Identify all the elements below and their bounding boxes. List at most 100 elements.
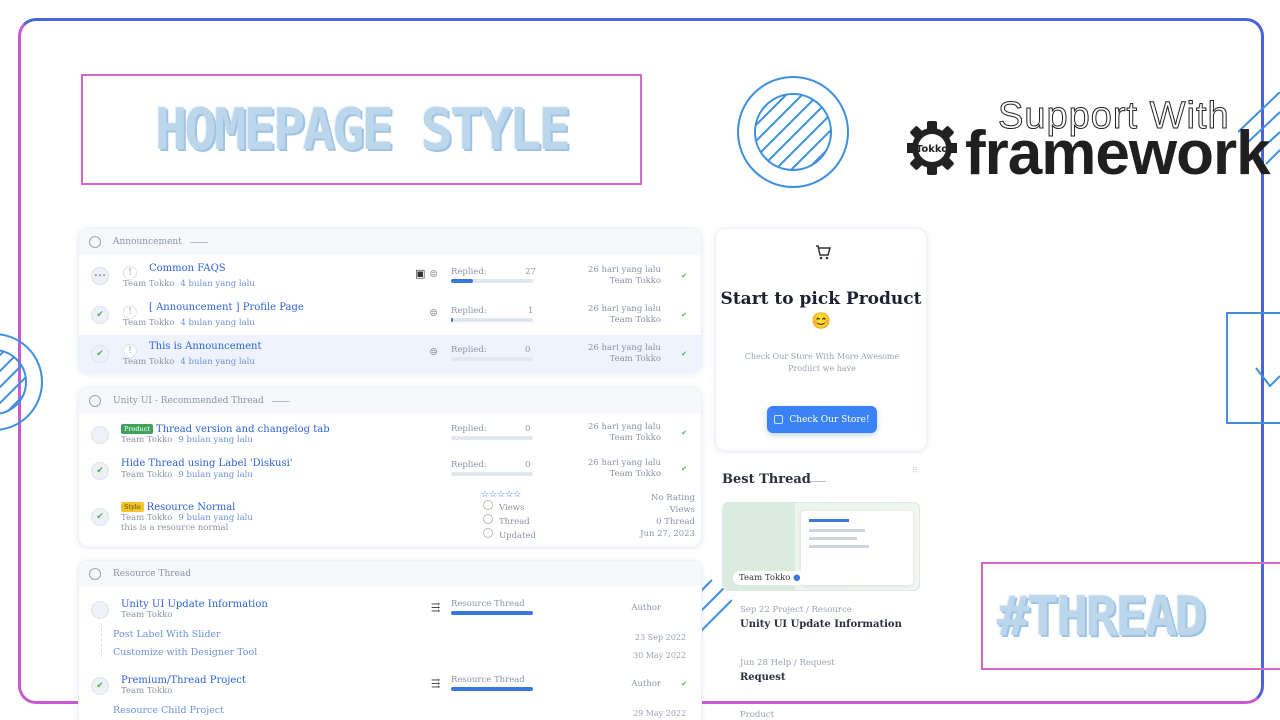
last-activity: 26 hari yang lalu Team Tokko	[587, 343, 661, 364]
thread-title[interactable]: This is Announcement	[149, 341, 262, 352]
best-item-meta: Jun 28 Help / Request	[740, 658, 835, 668]
table-row[interactable]: Product Thread version and changelog tab …	[79, 418, 701, 456]
announcement-card: Announcement ••• ! Common FAQS Team Tokk…	[78, 228, 702, 374]
avatar	[91, 601, 109, 619]
child-link[interactable]: Customize with Designer Tool	[113, 647, 257, 658]
check-store-button[interactable]: Check Our Store!	[767, 406, 877, 433]
thread-tag: #THREAD	[997, 584, 1207, 648]
message-icon[interactable]: ▣	[415, 267, 425, 280]
striped-circle-left-icon	[0, 333, 43, 431]
replied-progress	[451, 318, 533, 322]
settings-icon[interactable]: ⊜	[429, 345, 438, 358]
child-link[interactable]: Resource Child Project	[113, 705, 224, 716]
replied-count: 1	[528, 306, 534, 316]
replied-progress	[451, 357, 533, 361]
announcement-header-label: Announcement	[113, 237, 182, 247]
replied-progress	[451, 472, 533, 476]
thread-title[interactable]: Premium/Thread Project	[121, 675, 246, 686]
table-row[interactable]: ✔ Premium/Thread Project Team Tokko ⇶ Re…	[79, 669, 701, 707]
style-badge: Style	[121, 502, 144, 512]
thread-author: Team Tokko 9 bulan yang lalu	[121, 470, 253, 480]
product-icon: ✔	[91, 345, 109, 363]
table-row[interactable]: ✔ ! [ Announcement ] Profile Page Team T…	[79, 296, 701, 334]
product-badge: Product	[121, 424, 153, 434]
settings-icon[interactable]: ⊜	[429, 306, 438, 319]
tree-icon[interactable]: ⇶	[431, 601, 440, 614]
svg-text:Tokko: Tokko	[916, 144, 948, 155]
replied-label: Replied:	[451, 267, 487, 277]
cart-icon	[816, 245, 831, 260]
thread-author: Team Tokko	[121, 686, 173, 696]
thread-author: Team Tokko 4 bulan yang lalu	[123, 279, 255, 289]
settings-icon[interactable]: ⊜	[429, 267, 438, 280]
thread-author: Team Tokko 4 bulan yang lalu	[123, 357, 255, 367]
store-icon	[774, 415, 784, 424]
smile-emoji: 😊	[811, 311, 831, 330]
resource-header-label: Resource Thread	[113, 569, 192, 579]
child-date: 29 May 2022	[633, 709, 687, 718]
replied-label: Replied:	[451, 460, 487, 470]
last-activity: 26 hari yang lalu Team Tokko	[587, 458, 661, 479]
best-item-title[interactable]: Unity UI Update Information	[740, 619, 902, 630]
last-activity: 26 hari yang lalu Team Tokko	[587, 422, 661, 443]
table-row[interactable]: ✔ Style Resource Normal Team Tokko 9 bulan…	[79, 490, 701, 546]
avatar	[91, 426, 109, 444]
replied-count: 0	[525, 345, 531, 355]
pick-title: Start to pick Product	[720, 289, 922, 309]
replied-count: 0	[525, 424, 531, 434]
resource-stats: No Rating Views 0 Thread Jun 27, 2023	[640, 493, 695, 539]
best-item-meta: Sep 22 Project / Resource	[740, 605, 852, 615]
info-icon: !	[123, 305, 137, 319]
thread-title[interactable]: Style Resource Normal	[121, 502, 235, 513]
status-icon: ✔	[681, 311, 687, 319]
child-date: 23 Sep 2022	[635, 633, 686, 642]
thread-title[interactable]: Hide Thread using Label 'Diskusi'	[121, 458, 293, 469]
framework-text: framework	[965, 119, 1271, 188]
striped-circle-icon	[737, 76, 849, 188]
table-row[interactable]: Unity UI Update Information Team Tokko ⇶…	[79, 593, 701, 631]
tree-icon[interactable]: ⇶	[431, 677, 440, 690]
recommended-header: Unity UI - Recommended Thread	[79, 388, 701, 414]
child-link[interactable]: Post Label With Slider	[113, 629, 221, 640]
thread-title[interactable]: Unity UI Update Information	[121, 599, 268, 610]
status-icon: ✔	[681, 350, 687, 358]
thread-title[interactable]: [ Announcement ] Profile Page	[149, 302, 304, 313]
best-thread-title: Best Thread	[722, 472, 811, 487]
status-icon: ✔	[681, 465, 687, 473]
thread-label: Thread	[483, 514, 530, 527]
pick-subtitle: Check Our Store With More Awesome Produc…	[744, 352, 900, 373]
resource-header: Resource Thread	[79, 561, 701, 587]
status-icon: ✔	[681, 429, 687, 437]
thread-title[interactable]: Common FAQS	[149, 263, 226, 274]
resource-label: Resource Thread	[451, 675, 525, 685]
replied-label: Replied:	[451, 306, 487, 316]
square-decoration-icon	[1226, 312, 1280, 424]
thread-description: this is a resource normal	[121, 523, 229, 533]
hero-title-box: HOMEPAGE STYLE	[81, 74, 642, 185]
rating-stars[interactable]: ☆☆☆☆☆	[481, 490, 521, 500]
thumb-author: Team Tokko ●	[733, 571, 807, 585]
child-date: 30 May 2022	[633, 651, 687, 660]
hero-title: HOMEPAGE STYLE	[154, 96, 571, 163]
thread-author: Team Tokko 9 bulan yang lalu	[121, 435, 253, 445]
last-activity: 26 hari yang lalu Team Tokko	[587, 304, 661, 325]
recommended-icon	[89, 395, 101, 407]
product-icon: ✔	[91, 677, 109, 695]
info-icon: !	[123, 266, 137, 280]
resource-progress	[451, 611, 533, 615]
replied-progress	[451, 436, 533, 440]
grid-icon: ⠿	[912, 466, 918, 475]
recommended-header-label: Unity UI - Recommended Thread	[113, 396, 264, 406]
best-item-title[interactable]: Request	[740, 672, 786, 683]
thread-title[interactable]: Product Thread version and changelog tab	[121, 424, 330, 435]
recommended-card: Unity UI - Recommended Thread Product Thr…	[78, 387, 702, 547]
resource-label: Resource Thread	[451, 599, 525, 609]
table-row[interactable]: ✔ ! This is Announcement Team Tokko 4 bul…	[79, 335, 701, 374]
check-store-label: Check Our Store!	[789, 414, 870, 425]
best-thread-thumbnail[interactable]: Team Tokko ●	[722, 502, 920, 591]
status-icon: ✔	[681, 272, 687, 280]
pick-product-card: Start to pick Product 😊 Check Our Store …	[715, 228, 927, 451]
table-row[interactable]: ✔ Hide Thread using Label 'Diskusi' Team…	[79, 454, 701, 492]
table-row[interactable]: ••• ! Common FAQS Team Tokko 4 bulan yang…	[79, 257, 701, 295]
product-icon: ✔	[91, 306, 109, 324]
